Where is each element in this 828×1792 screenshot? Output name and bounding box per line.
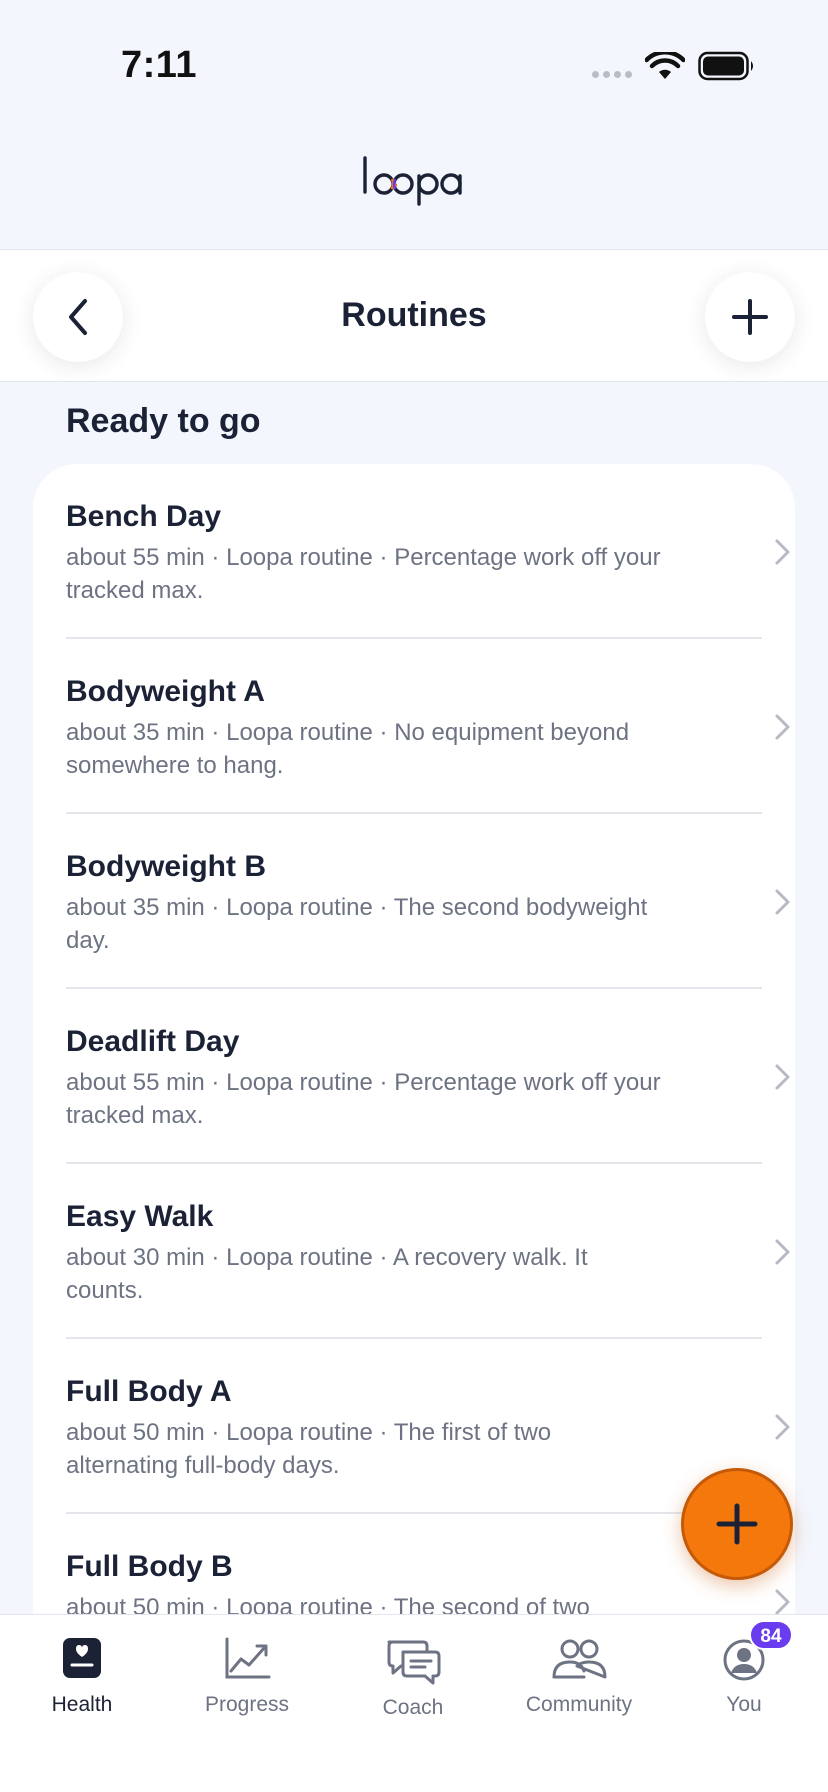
routine-row[interactable]: Bodyweight B about 35 min · Loopa routin…: [66, 814, 790, 989]
tab-label: Community: [525, 1693, 633, 1716]
routine-subtitle: about 30 min · Loopa routine · A recover…: [66, 1244, 588, 1304]
page-title: Routines: [341, 296, 487, 334]
loopa-logo-icon: [363, 156, 462, 206]
add-routine-button[interactable]: [705, 272, 795, 362]
chevron-right-icon: [775, 1239, 790, 1265]
routine-subtitle: about 55 min · Loopa routine · Percentag…: [66, 544, 661, 604]
status-bar: 7:11: [0, 0, 828, 120]
routine-title: Full Body A: [66, 1375, 232, 1408]
routine-subtitle: about 55 min · Loopa routine · Percentag…: [66, 1069, 661, 1129]
tab-label: Health: [51, 1693, 113, 1716]
tab-label: Progress: [204, 1693, 290, 1716]
chat-bubbles-icon: [387, 1640, 441, 1685]
chevron-right-icon: [775, 1589, 790, 1615]
progress-chart-icon: [225, 1637, 271, 1679]
plus-icon: [716, 1503, 758, 1545]
routine-row[interactable]: Deadlift Day about 55 min · Loopa routin…: [66, 989, 790, 1164]
routine-title: Bodyweight B: [66, 850, 266, 883]
routine-title: Deadlift Day: [66, 1025, 240, 1058]
chevron-right-icon: [775, 714, 790, 740]
routine-subtitle: about 50 min · Loopa routine · The first…: [66, 1419, 552, 1479]
tab-health[interactable]: Health: [7, 1633, 157, 1717]
section-title: Ready to go: [66, 402, 261, 440]
tab-you[interactable]: You: [669, 1633, 819, 1717]
chevron-right-icon: [775, 889, 790, 915]
tab-coach[interactable]: Coach: [338, 1636, 488, 1720]
routine-row[interactable]: Bench Day about 55 min · Loopa routine ·…: [66, 464, 790, 639]
cellular-signal-icon: [592, 71, 632, 78]
tab-label: You: [726, 1693, 762, 1716]
routine-row[interactable]: Full Body A about 50 min · Loopa routine…: [66, 1339, 790, 1514]
routine-title: Full Body B: [66, 1550, 233, 1583]
chevron-right-icon: [775, 539, 790, 565]
battery-icon: [698, 51, 753, 81]
plus-icon: [732, 299, 768, 335]
people-icon: [552, 1639, 607, 1679]
app-logo: [0, 152, 828, 213]
tab-label: Coach: [382, 1696, 444, 1719]
chevron-right-icon: [775, 1064, 790, 1090]
routine-subtitle: about 35 min · Loopa routine · No equipm…: [66, 719, 630, 779]
chevron-right-icon: [775, 1414, 790, 1440]
tab-bar: Health Progress Coach Community You: [0, 1614, 828, 1792]
routine-row[interactable]: Bodyweight A about 35 min · Loopa routin…: [66, 639, 790, 814]
health-icon: [63, 1638, 101, 1678]
routine-title: Bench Day: [66, 500, 222, 533]
wifi-icon: [645, 52, 685, 79]
routine-title: Easy Walk: [66, 1200, 214, 1233]
routine-row[interactable]: Easy Walk about 30 min · Loopa routine ·…: [66, 1164, 790, 1339]
status-time: 7:11: [121, 44, 197, 86]
notification-badge: 84: [749, 1620, 793, 1650]
nav-header: Routines: [0, 249, 828, 382]
tab-community[interactable]: Community: [504, 1633, 654, 1717]
routine-title: Bodyweight A: [66, 675, 265, 708]
routine-subtitle: about 35 min · Loopa routine · The secon…: [66, 894, 648, 954]
tab-progress[interactable]: Progress: [172, 1633, 322, 1717]
floating-add-button[interactable]: [681, 1468, 793, 1580]
